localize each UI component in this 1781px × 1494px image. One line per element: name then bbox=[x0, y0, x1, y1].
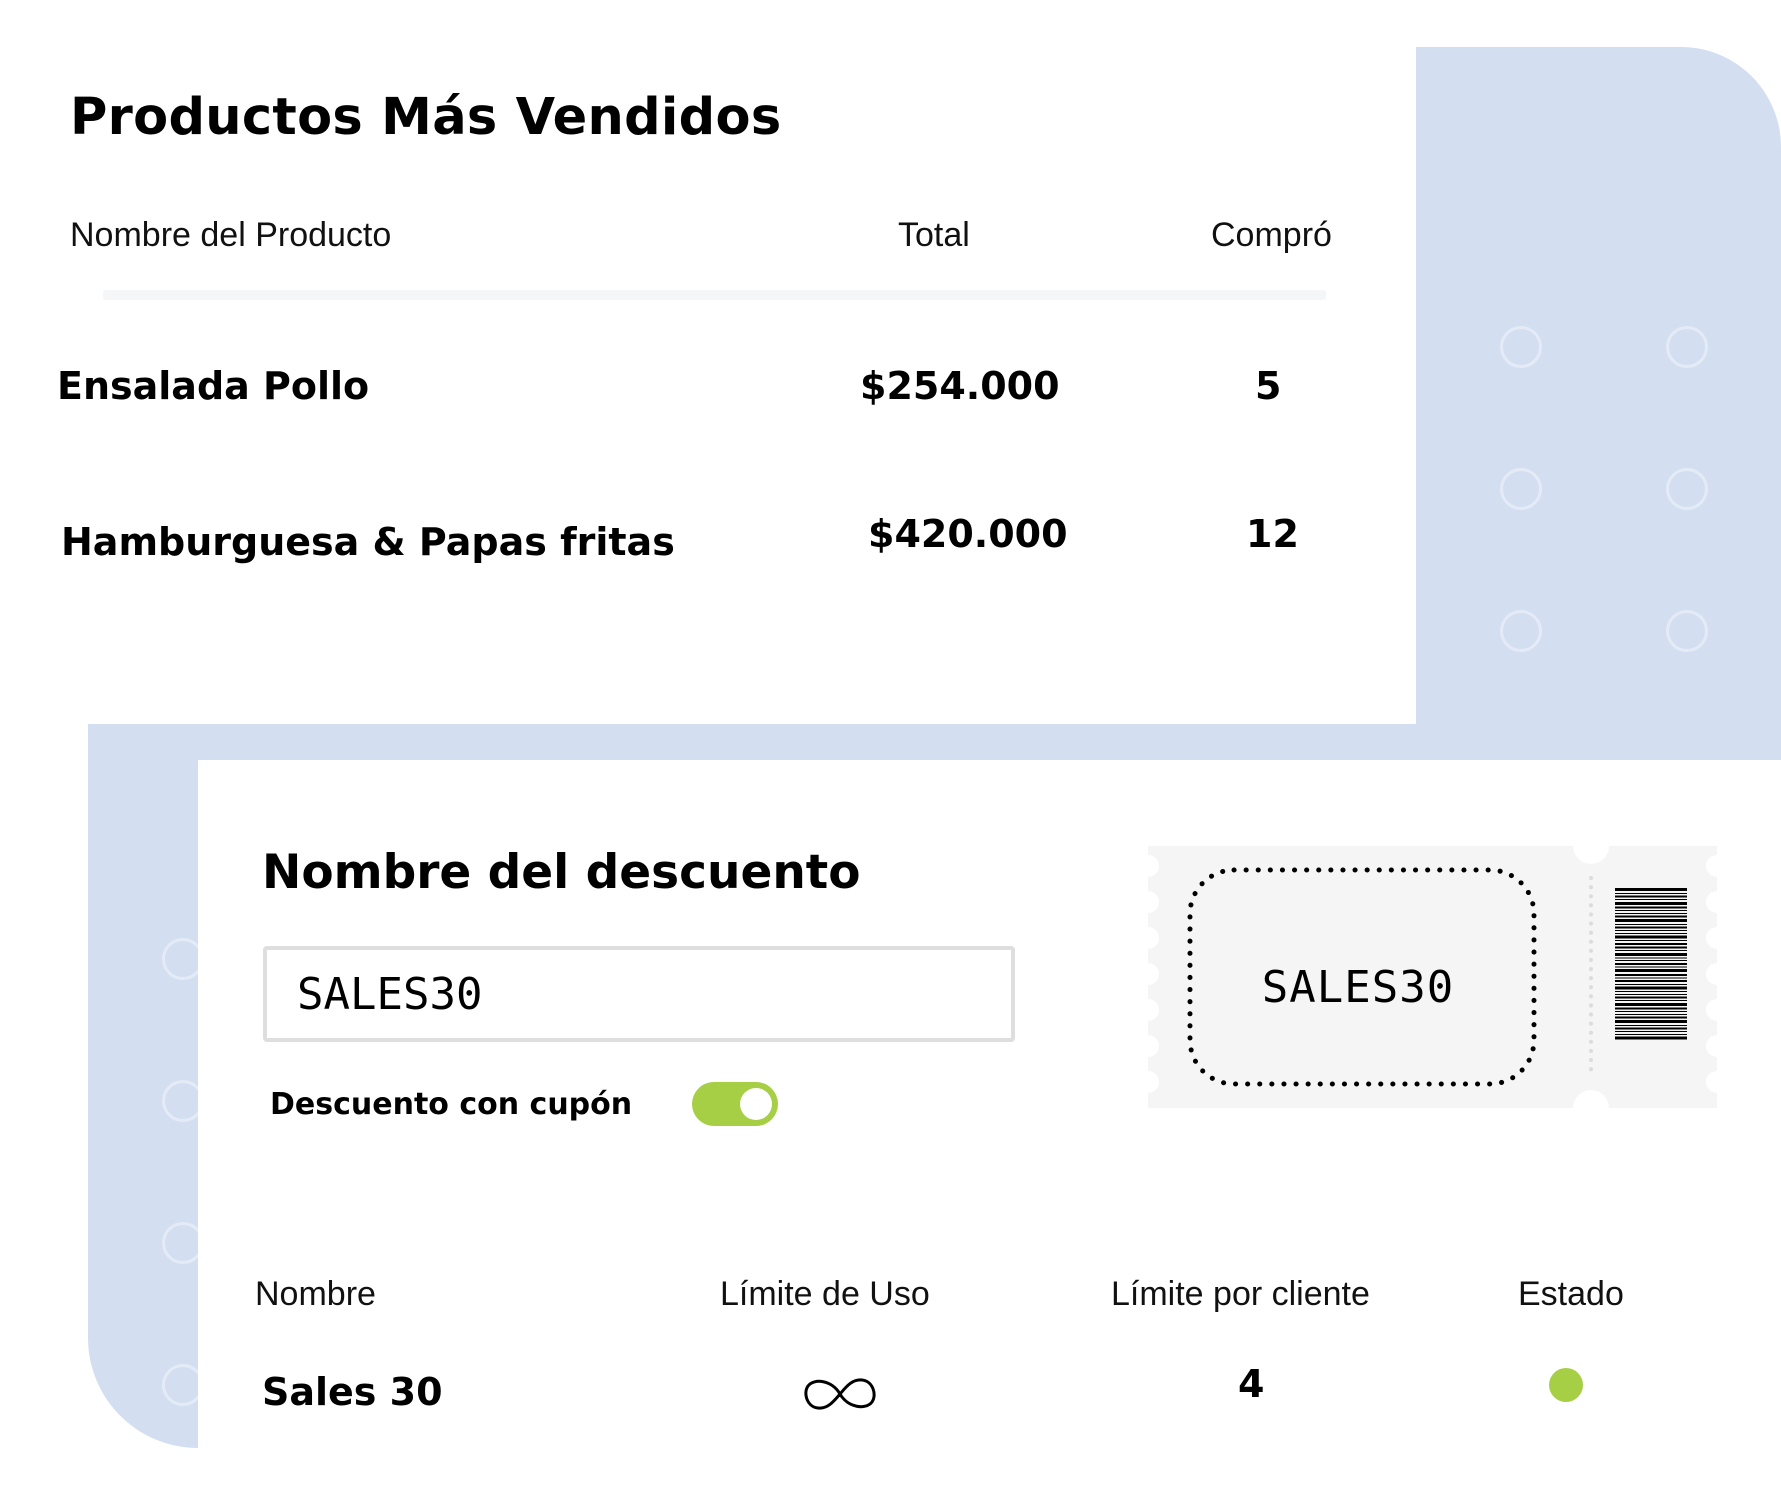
barcode-bar bbox=[1615, 1014, 1687, 1015]
barcode-bar bbox=[1615, 1016, 1687, 1019]
barcode-bar bbox=[1615, 957, 1687, 959]
barcode-bar bbox=[1615, 1003, 1687, 1006]
barcode-bar bbox=[1615, 899, 1687, 900]
client-limit-cell: 4 bbox=[1238, 1362, 1265, 1406]
barcode-bar bbox=[1615, 895, 1687, 898]
barcode-bar bbox=[1615, 924, 1687, 925]
ticket-code-label: SALES30 bbox=[1261, 962, 1455, 1013]
top-products-title: Productos Más Vendidos bbox=[70, 88, 782, 147]
barcode-icon bbox=[1615, 888, 1687, 1040]
barcode-bar bbox=[1615, 946, 1687, 949]
infinity-icon bbox=[804, 1378, 876, 1410]
coupon-toggle-label: Descuento con cupón bbox=[270, 1087, 633, 1122]
decorative-ring bbox=[1666, 468, 1708, 510]
background-band bbox=[88, 724, 1781, 760]
barcode-bar bbox=[1615, 1031, 1687, 1032]
barcode-bar bbox=[1615, 994, 1687, 995]
barcode-bar bbox=[1615, 1011, 1687, 1012]
product-bought-cell: 5 bbox=[1255, 364, 1282, 408]
decorative-ring bbox=[1500, 468, 1542, 510]
barcode-bar bbox=[1615, 933, 1687, 934]
barcode-bar bbox=[1615, 935, 1687, 939]
barcode-bar bbox=[1615, 960, 1687, 961]
barcode-bar bbox=[1615, 926, 1687, 929]
barcode-bar bbox=[1615, 1027, 1687, 1030]
barcode-bar bbox=[1615, 915, 1687, 918]
coupon-toggle[interactable] bbox=[692, 1082, 778, 1126]
column-header-state: Estado bbox=[1518, 1275, 1624, 1313]
barcode-bar bbox=[1615, 940, 1687, 941]
barcode-bar bbox=[1615, 996, 1687, 999]
product-total-cell: $254.000 bbox=[860, 364, 1060, 408]
product-total-cell: $420.000 bbox=[868, 512, 1068, 556]
decorative-ring bbox=[1666, 610, 1708, 652]
barcode-bar bbox=[1615, 984, 1687, 985]
barcode-bar bbox=[1615, 902, 1687, 905]
barcode-bar bbox=[1615, 974, 1687, 976]
table-divider bbox=[103, 290, 1326, 300]
barcode-bar bbox=[1615, 906, 1687, 909]
decorative-ring bbox=[1666, 326, 1708, 368]
column-header-name: Nombre bbox=[255, 1275, 376, 1313]
barcode-bar bbox=[1615, 1025, 1687, 1026]
decorative-ring bbox=[1500, 326, 1542, 368]
barcode-bar bbox=[1615, 980, 1687, 982]
barcode-bar bbox=[1615, 893, 1687, 894]
barcode-bar bbox=[1615, 986, 1687, 990]
column-header-usage-limit: Límite de Uso bbox=[720, 1275, 930, 1313]
barcode-bar bbox=[1615, 953, 1687, 956]
barcode-bar bbox=[1615, 1034, 1687, 1035]
barcode-bar bbox=[1615, 919, 1687, 922]
barcode-bar bbox=[1615, 963, 1687, 965]
barcode-bar bbox=[1615, 950, 1687, 951]
column-header-product-name: Nombre del Producto bbox=[70, 216, 392, 254]
toggle-knob bbox=[740, 1088, 772, 1120]
barcode-bar bbox=[1615, 1000, 1687, 1001]
discount-title: Nombre del descuento bbox=[262, 845, 861, 900]
discount-code-input[interactable] bbox=[263, 946, 1015, 1042]
barcode-bar bbox=[1615, 991, 1687, 992]
decorative-ring bbox=[1500, 610, 1542, 652]
barcode-bar bbox=[1615, 1036, 1687, 1040]
column-header-total: Total bbox=[898, 216, 970, 254]
background-shape-left bbox=[88, 724, 204, 1448]
product-name-cell: Hamburguesa & Papas fritas bbox=[61, 520, 675, 564]
barcode-bar bbox=[1615, 969, 1687, 972]
column-header-bought: Compró bbox=[1211, 216, 1332, 254]
barcode-bar bbox=[1615, 1020, 1687, 1023]
discount-name-cell: Sales 30 bbox=[262, 1370, 443, 1414]
barcode-bar bbox=[1615, 1007, 1687, 1010]
barcode-bar bbox=[1615, 913, 1687, 914]
barcode-bar bbox=[1615, 977, 1687, 979]
product-name-cell: Ensalada Pollo bbox=[57, 364, 370, 408]
barcode-bar bbox=[1615, 910, 1687, 911]
background-shape-top-right bbox=[1416, 47, 1781, 777]
barcode-bar bbox=[1615, 888, 1687, 891]
barcode-bar bbox=[1615, 943, 1687, 945]
column-header-client-limit: Límite por cliente bbox=[1111, 1275, 1370, 1313]
barcode-bar bbox=[1615, 930, 1687, 931]
status-active-dot bbox=[1549, 1368, 1583, 1402]
barcode-bar bbox=[1615, 966, 1687, 968]
product-bought-cell: 12 bbox=[1246, 512, 1299, 556]
